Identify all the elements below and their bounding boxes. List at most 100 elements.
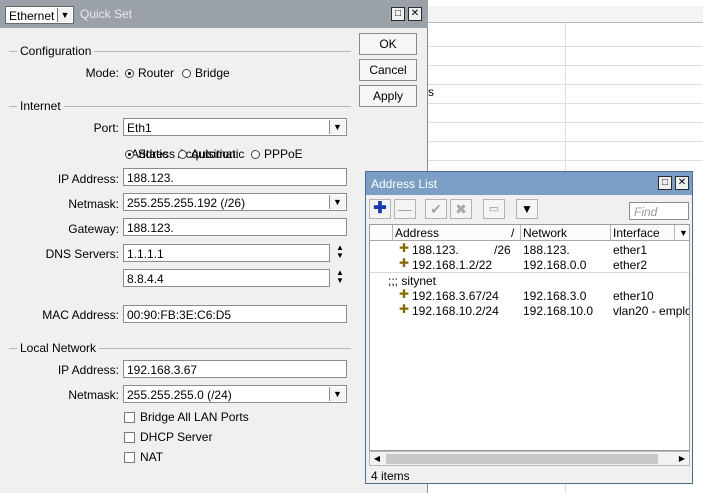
- port-select[interactable]: Eth1 ▼: [123, 118, 347, 136]
- row-network: 188.123.: [523, 243, 570, 257]
- radio-label: Router: [138, 66, 175, 80]
- radio-label: Automatic: [191, 147, 245, 161]
- quickset-window: Ethernet ▼ Quick Set □ ✕ OK Cancel Apply…: [0, 0, 428, 493]
- radio-icon: [178, 150, 187, 159]
- table-row[interactable]: ✚ 192.168.10.2/24 192.168.10.0 vlan20 - …: [370, 302, 689, 318]
- radio-label: PPPoE: [264, 147, 303, 161]
- column-address[interactable]: Address: [395, 226, 439, 240]
- comment-icon[interactable]: ▭: [483, 199, 505, 219]
- enable-check-icon[interactable]: ✔: [425, 199, 447, 219]
- ok-button[interactable]: OK: [359, 33, 417, 55]
- maximize-icon[interactable]: □: [391, 7, 405, 21]
- column-interface[interactable]: Interface: [613, 226, 660, 240]
- column-menu-chevron-icon[interactable]: ▼: [679, 228, 688, 238]
- gateway-input[interactable]: 188.123.: [123, 218, 347, 236]
- local-ip-address-value: 192.168.3.67: [127, 363, 198, 377]
- dynamic-plus-icon: ✚: [399, 256, 410, 270]
- row-interface: vlan20 - employ...: [613, 304, 689, 318]
- dns-server-2-value: 8.8.4.4: [127, 272, 164, 286]
- netmask-value: 255.255.255.192 (/26): [127, 196, 246, 210]
- apply-button[interactable]: Apply: [359, 85, 417, 107]
- acq-automatic-radio[interactable]: Automatic: [178, 147, 244, 161]
- close-icon[interactable]: ✕: [408, 7, 422, 21]
- updown-icon[interactable]: ▲ ▼: [334, 269, 346, 287]
- maximize-icon[interactable]: □: [658, 176, 672, 190]
- table-row[interactable]: ✚ 192.168.1.2/22 192.168.0.0 ether2: [370, 256, 689, 272]
- group-comment-row[interactable]: ;;; sitynet: [370, 273, 689, 288]
- quickset-mode-select[interactable]: Ethernet ▼: [5, 6, 74, 24]
- scroll-right-icon[interactable]: ▶: [675, 452, 689, 465]
- netmask-label: Netmask:: [68, 197, 119, 211]
- group-comment: ;;; sitynet: [388, 274, 437, 288]
- mac-address-input[interactable]: 00:90:FB:3E:C6:D5: [123, 305, 347, 323]
- close-icon[interactable]: ✕: [675, 176, 689, 190]
- address-list-titlebar: Address List □ ✕: [366, 172, 692, 195]
- disable-x-icon[interactable]: ✖: [450, 199, 472, 219]
- quickset-titlebar: Ethernet ▼ Quick Set □ ✕: [0, 0, 428, 28]
- column-network[interactable]: Network: [523, 226, 567, 240]
- section-label: Internet: [17, 99, 64, 113]
- mode-bridge-radio[interactable]: Bridge: [182, 66, 230, 80]
- checkbox-icon: [124, 452, 135, 463]
- bridge-all-lan-ports-checkbox[interactable]: Bridge All LAN Ports: [124, 410, 249, 424]
- cancel-button[interactable]: Cancel: [359, 59, 417, 81]
- dynamic-plus-icon: ✚: [399, 302, 410, 316]
- radio-icon: [182, 69, 191, 78]
- dns-server-2-input[interactable]: 8.8.4.4: [123, 269, 330, 287]
- local-ip-address-input[interactable]: 192.168.3.67: [123, 360, 347, 378]
- dns-servers-label: DNS Servers:: [45, 247, 119, 261]
- dns-server-1-input[interactable]: 1.1.1.1: [123, 244, 330, 262]
- mode-router-radio[interactable]: Router: [125, 66, 174, 80]
- configuration-section: Configuration: [9, 44, 351, 58]
- mode-label: Mode:: [85, 66, 119, 80]
- background-table-header: [428, 6, 703, 23]
- radio-label: Bridge: [195, 66, 230, 80]
- table-header: Address / Network Interface ▼: [370, 225, 689, 241]
- radio-selected-icon: [125, 150, 134, 159]
- nat-checkbox[interactable]: NAT: [124, 450, 163, 464]
- horizontal-scrollbar[interactable]: ◀ ▶: [369, 451, 690, 466]
- table-row[interactable]: ✚ 188.123. /26 188.123. ether1: [370, 241, 689, 257]
- mac-address-label: MAC Address:: [42, 308, 119, 322]
- local-netmask-select[interactable]: 255.255.255.0 (/24) ▼: [123, 385, 347, 403]
- port-value: Eth1: [127, 121, 152, 135]
- row-interface: ether10: [613, 289, 654, 303]
- remove-icon[interactable]: —: [394, 199, 416, 219]
- chevron-down-icon: ▼: [329, 120, 345, 134]
- scroll-left-icon[interactable]: ◀: [370, 452, 384, 465]
- dynamic-plus-icon: ✚: [399, 287, 410, 301]
- quickset-title: Quick Set: [80, 7, 133, 21]
- row-address: 192.168.3.67/24: [412, 289, 499, 303]
- local-netmask-value: 255.255.255.0 (/24): [127, 388, 232, 402]
- address-table: Address / Network Interface ▼ ✚ 188.123.…: [369, 224, 690, 451]
- netmask-select[interactable]: 255.255.255.192 (/26) ▼: [123, 193, 347, 211]
- row-interface: ether1: [613, 243, 648, 257]
- ip-address-input[interactable]: 188.123.: [123, 168, 347, 186]
- mac-address-value: 00:90:FB:3E:C6:D5: [127, 308, 232, 322]
- background-text-fragment: s: [428, 85, 434, 99]
- chevron-down-icon: ▼: [329, 195, 345, 209]
- dynamic-plus-icon: ✚: [399, 241, 410, 255]
- gateway-value: 188.123.: [127, 221, 174, 235]
- radio-icon: [251, 150, 260, 159]
- chevron-down-icon: ▼: [329, 387, 345, 401]
- filter-icon[interactable]: ▼: [516, 199, 538, 219]
- table-row[interactable]: ✚ 192.168.3.67/24 192.168.3.0 ether10: [370, 287, 689, 303]
- section-label: Local Network: [17, 341, 100, 355]
- status-text: 4 items: [371, 469, 410, 483]
- checkbox-icon: [124, 412, 135, 423]
- radio-label: Static: [138, 147, 169, 161]
- updown-icon[interactable]: ▲ ▼: [334, 244, 346, 262]
- section-label: Configuration: [17, 44, 95, 58]
- acq-pppoe-radio[interactable]: PPPoE: [251, 147, 303, 161]
- find-input[interactable]: Find: [629, 202, 689, 220]
- ip-address-label: IP Address:: [57, 172, 119, 186]
- scrollbar-thumb[interactable]: [386, 454, 658, 464]
- add-icon[interactable]: ✚: [369, 199, 391, 219]
- radio-selected-icon: [125, 69, 134, 78]
- local-network-section: Local Network: [9, 341, 351, 355]
- row-interface: ether2: [613, 258, 648, 272]
- dhcp-server-checkbox[interactable]: DHCP Server: [124, 430, 212, 444]
- quickset-mode-value: Ethernet: [9, 9, 55, 23]
- acq-static-radio[interactable]: Static: [125, 147, 168, 161]
